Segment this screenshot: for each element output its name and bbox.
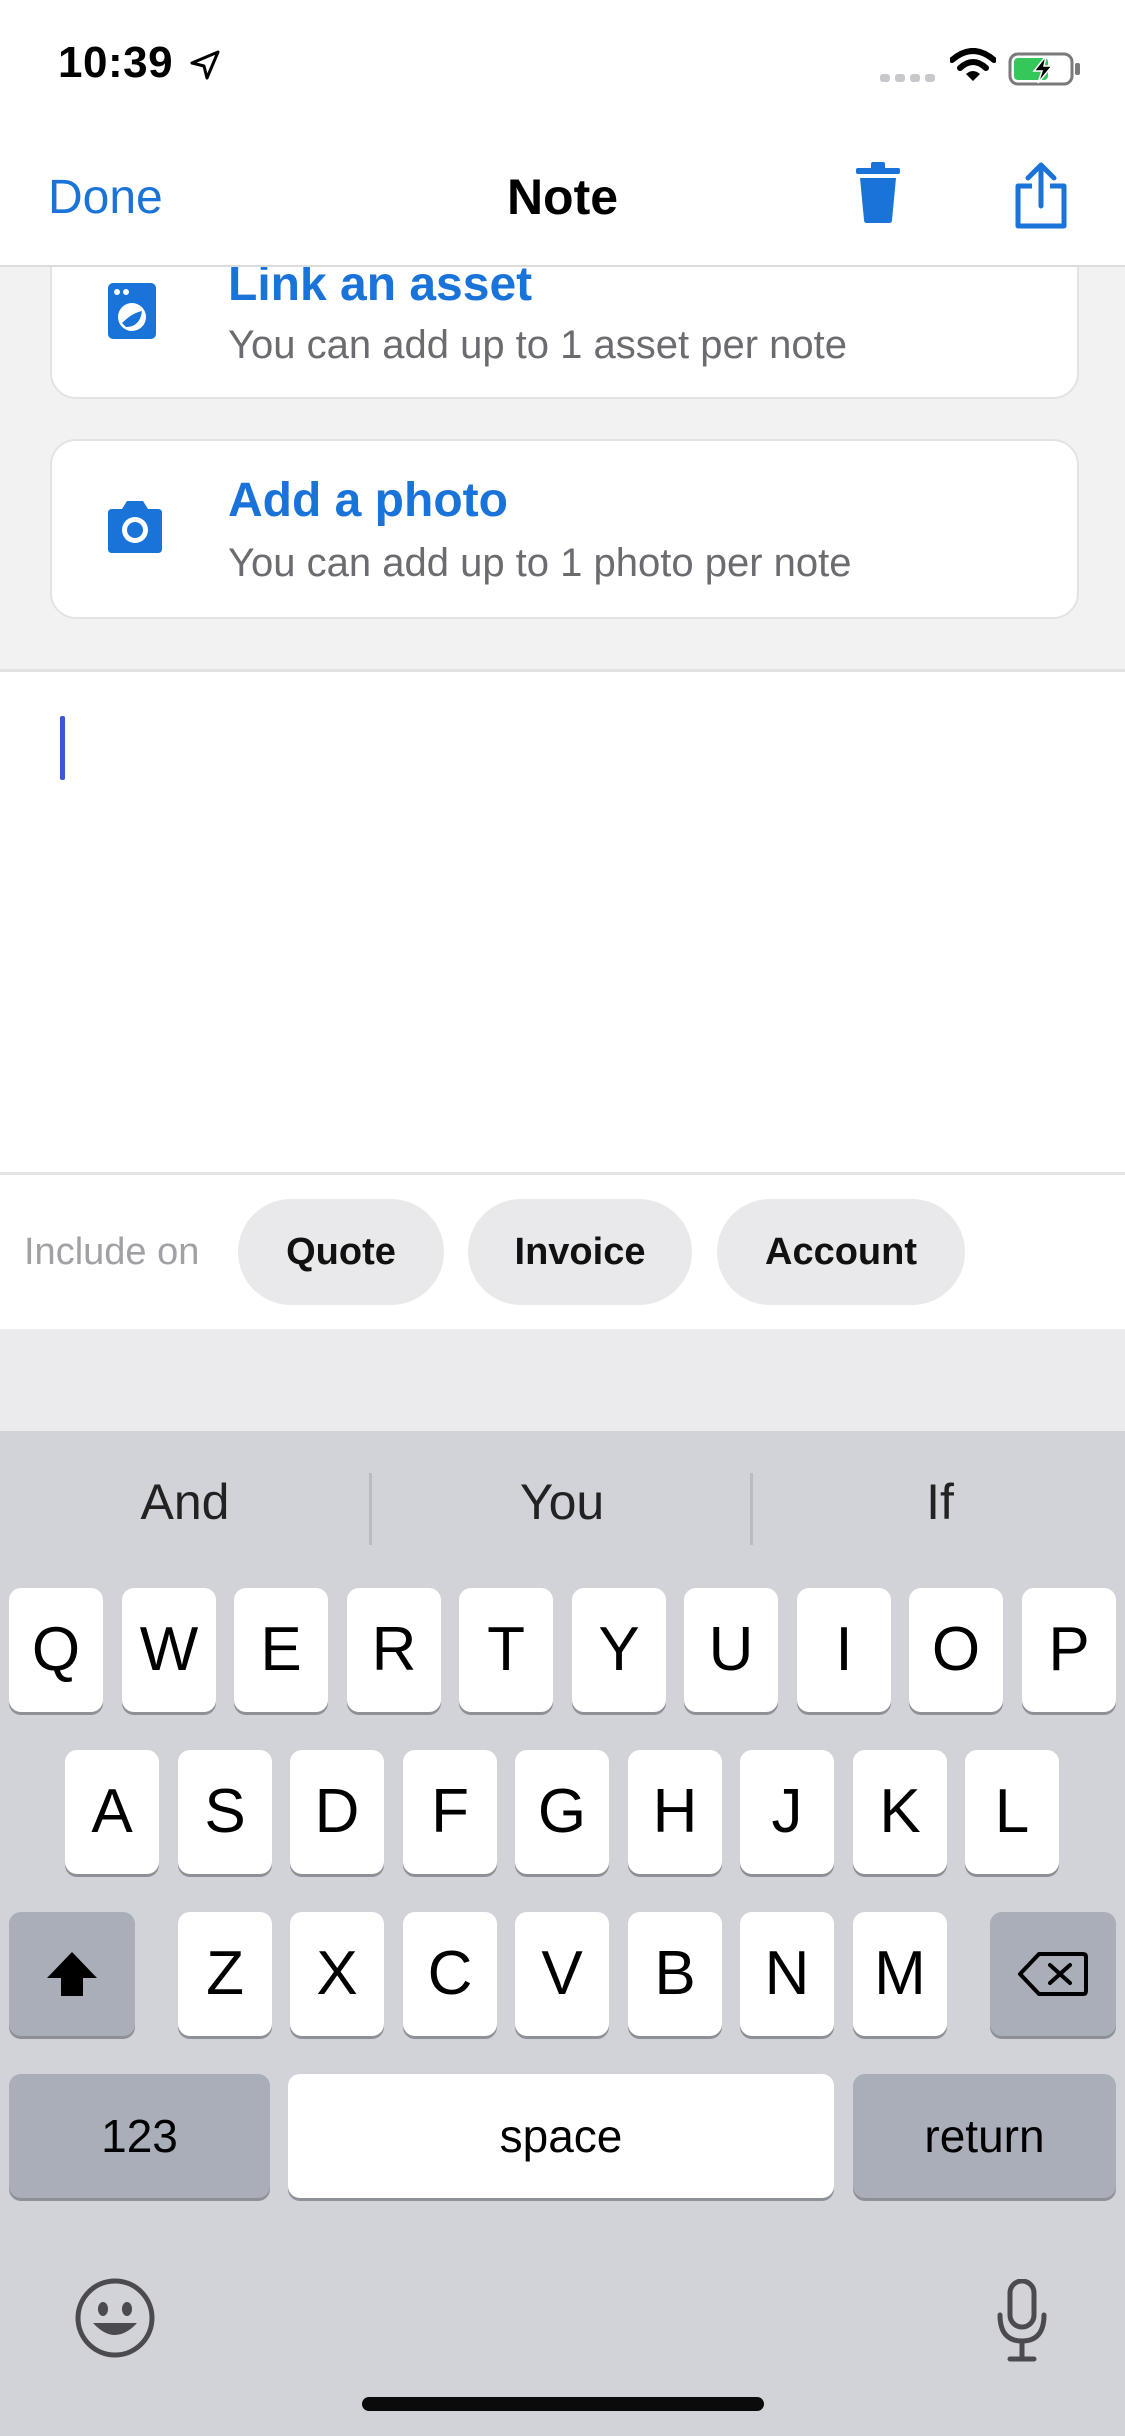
- key-h[interactable]: H: [628, 1750, 722, 1874]
- backspace-icon: [1018, 1951, 1088, 1996]
- add-photo-title: Add a photo: [228, 474, 508, 527]
- key-q[interactable]: Q: [9, 1588, 103, 1712]
- add-photo-subtitle: You can add up to 1 photo per note: [228, 541, 852, 585]
- key-t[interactable]: T: [459, 1588, 553, 1712]
- key-p[interactable]: P: [1022, 1588, 1116, 1712]
- page-title: Note: [506, 169, 619, 225]
- navigation-bar: Done Note: [0, 140, 1125, 267]
- add-photo-card[interactable]: Add a photo You can add up to 1 photo pe…: [50, 439, 1079, 619]
- emoji-icon[interactable]: [74, 2277, 156, 2359]
- key-i[interactable]: I: [797, 1588, 891, 1712]
- microphone-icon[interactable]: [994, 2279, 1050, 2363]
- link-asset-title: Link an asset: [228, 267, 533, 311]
- key-e[interactable]: E: [234, 1588, 328, 1712]
- key-m[interactable]: M: [853, 1912, 947, 2036]
- shift-key[interactable]: [9, 1912, 135, 2036]
- key-z[interactable]: Z: [178, 1912, 272, 2036]
- trash-icon[interactable]: [854, 162, 902, 224]
- include-invoice-chip[interactable]: Invoice: [468, 1199, 692, 1305]
- key-y[interactable]: Y: [572, 1588, 666, 1712]
- suggestion-3[interactable]: If: [755, 1473, 1125, 1531]
- return-key[interactable]: return: [853, 2074, 1116, 2198]
- key-d[interactable]: D: [290, 1750, 384, 1874]
- include-on-label: Include on: [24, 1231, 200, 1273]
- key-b[interactable]: B: [628, 1912, 722, 2036]
- text-cursor: [60, 716, 65, 780]
- key-g[interactable]: G: [515, 1750, 609, 1874]
- note-text-area[interactable]: [0, 672, 1125, 1172]
- key-a[interactable]: A: [65, 1750, 159, 1874]
- status-bar: 10:39: [0, 0, 1125, 140]
- key-x[interactable]: X: [290, 1912, 384, 2036]
- wifi-icon: [950, 48, 996, 81]
- key-w[interactable]: W: [122, 1588, 216, 1712]
- key-u[interactable]: U: [684, 1588, 778, 1712]
- key-s[interactable]: S: [178, 1750, 272, 1874]
- include-quote-chip[interactable]: Quote: [238, 1199, 444, 1305]
- suggestion-1[interactable]: And: [0, 1473, 370, 1531]
- numbers-key[interactable]: 123: [9, 2074, 270, 2198]
- home-indicator[interactable]: [362, 2397, 764, 2411]
- key-j[interactable]: J: [740, 1750, 834, 1874]
- washer-icon: [108, 283, 156, 339]
- keyboard: And You If Q W E R T Y U I O P A S D F G…: [0, 1431, 1125, 2436]
- cellular-signal-icon: [880, 74, 935, 82]
- key-f[interactable]: F: [403, 1750, 497, 1874]
- key-k[interactable]: K: [853, 1750, 947, 1874]
- key-l[interactable]: L: [965, 1750, 1059, 1874]
- key-n[interactable]: N: [740, 1912, 834, 2036]
- attachments-section: Link an asset You can add up to 1 asset …: [0, 267, 1125, 672]
- suggestion-separator: [369, 1473, 372, 1545]
- include-account-chip[interactable]: Account: [717, 1199, 965, 1305]
- spacer-band: [0, 1329, 1125, 1431]
- include-on-row: Include on Quote Invoice Account: [0, 1175, 1125, 1329]
- delete-key[interactable]: [990, 1912, 1116, 2036]
- key-o[interactable]: O: [909, 1588, 1003, 1712]
- shift-icon: [47, 1951, 97, 1996]
- suggestion-2[interactable]: You: [377, 1473, 747, 1531]
- camera-icon: [108, 501, 162, 553]
- space-key[interactable]: space: [288, 2074, 834, 2198]
- link-asset-subtitle: You can add up to 1 asset per note: [228, 323, 848, 367]
- link-asset-card[interactable]: Link an asset You can add up to 1 asset …: [50, 267, 1079, 399]
- status-time: 10:39: [58, 38, 174, 87]
- key-r[interactable]: R: [347, 1588, 441, 1712]
- battery-charging-icon: [1008, 52, 1080, 86]
- share-icon[interactable]: [1012, 162, 1070, 230]
- location-arrow-icon: [190, 50, 220, 80]
- key-c[interactable]: C: [403, 1912, 497, 2036]
- key-v[interactable]: V: [515, 1912, 609, 2036]
- suggestion-separator: [750, 1473, 753, 1545]
